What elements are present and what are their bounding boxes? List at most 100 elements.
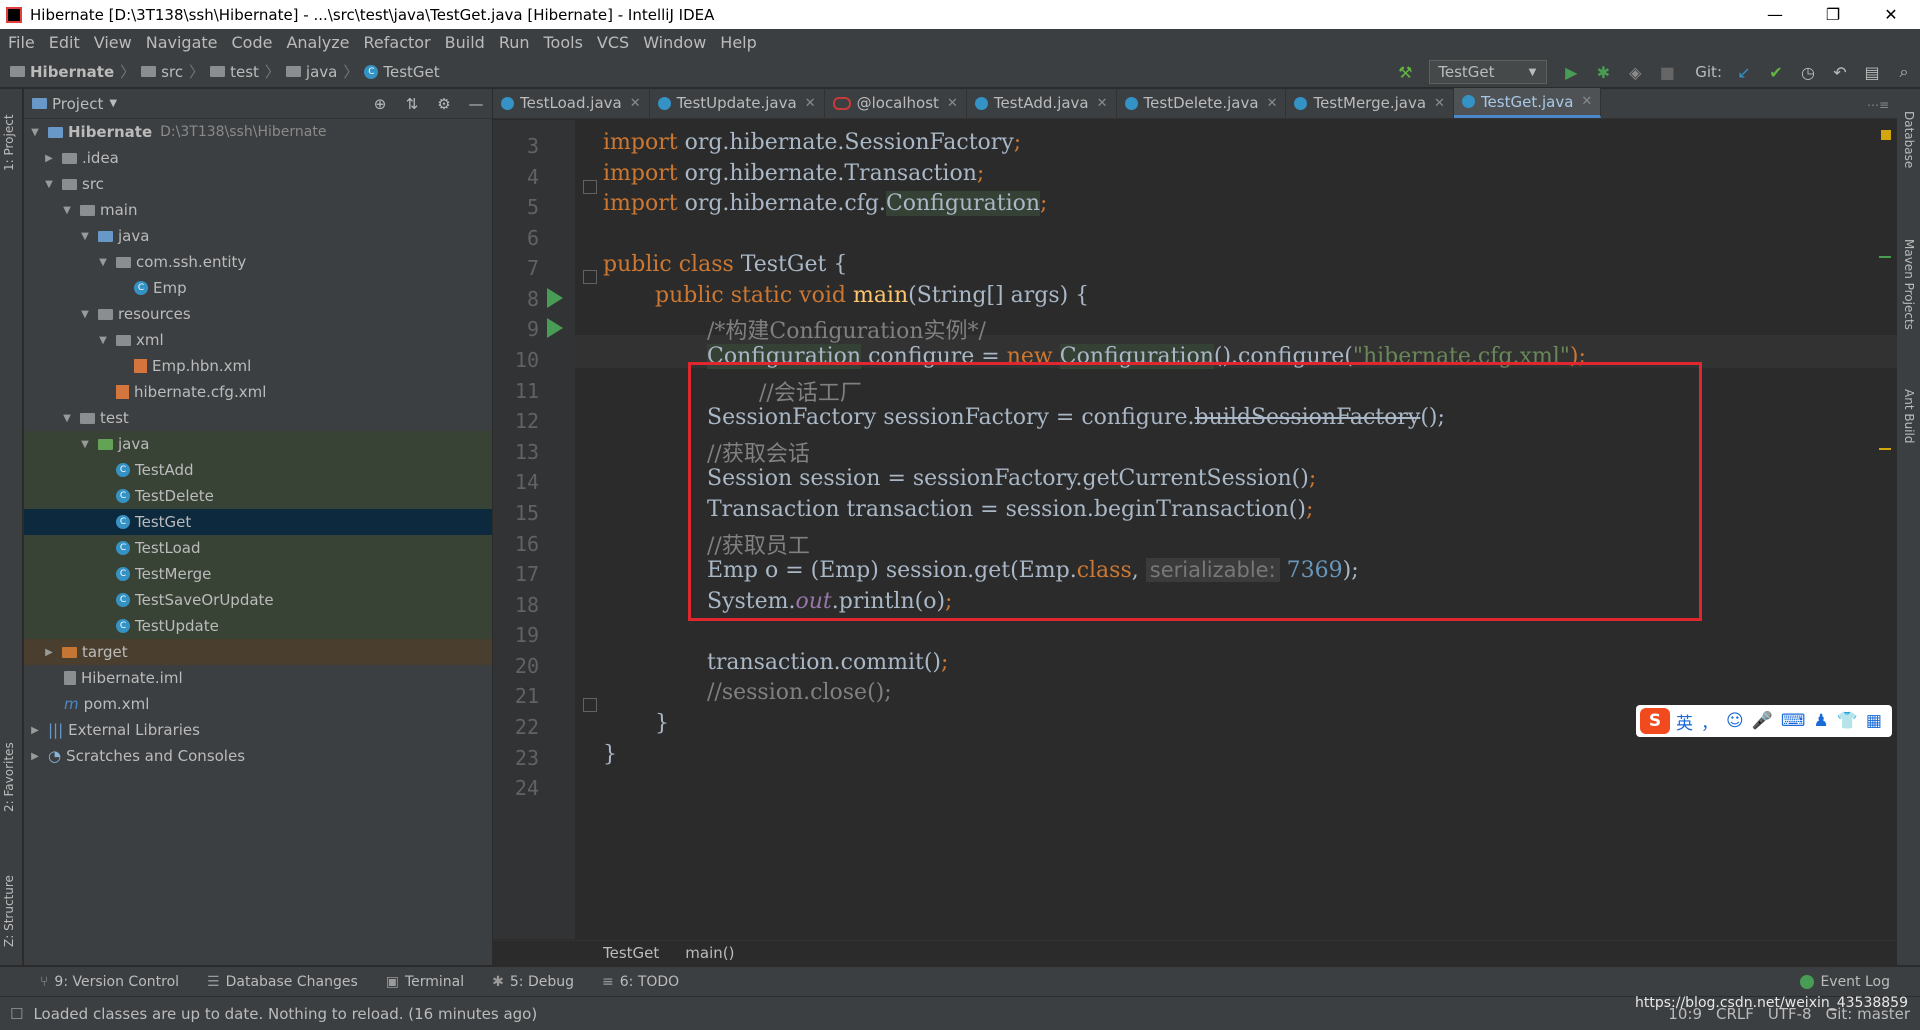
git-revert-icon[interactable]: ↶ [1824,63,1856,82]
project-tool-button[interactable]: 1: Project [2,114,16,171]
ant-build-tool-button[interactable]: Ant Build [1902,389,1916,443]
tab-testdelete[interactable]: TestDelete.java ✕ [1117,88,1287,118]
close-icon[interactable]: ✕ [630,96,641,111]
build-hammer-icon[interactable]: ⚒ [1389,63,1421,82]
menu-file[interactable]: File [0,33,42,52]
locate-icon[interactable]: ⊕ [364,95,396,113]
favorites-tool-button[interactable]: 2: Favorites [2,742,16,812]
tree-item-test-java[interactable]: ▼ java [24,431,492,457]
microphone-icon[interactable]: 🎤 [1752,711,1773,731]
tree-item-hibernate-iml[interactable]: Hibernate.iml [24,665,492,691]
tab-testload[interactable]: TestLoad.java ✕ [493,88,650,118]
minimize-button[interactable]: — [1746,0,1804,29]
git-update-icon[interactable]: ↙ [1728,63,1760,82]
tab-testupdate[interactable]: TestUpdate.java ✕ [650,88,825,118]
tree-item-idea[interactable]: ▶ .idea [24,145,492,171]
tree-item-main[interactable]: ▼ main [24,197,492,223]
tree-item-external-libraries[interactable]: ▶ ||| External Libraries [24,717,492,743]
menu-run[interactable]: Run [492,33,537,52]
debug-icon[interactable]: ✱ [1587,63,1619,82]
tab-testmerge[interactable]: TestMerge.java ✕ [1286,88,1454,118]
stop-icon[interactable]: ■ [1651,63,1683,82]
collapse-icon[interactable]: ⇅ [396,95,428,113]
tree-item-target[interactable]: ▶ target [24,639,492,665]
menu-refactor[interactable]: Refactor [357,33,438,52]
tree-item-src[interactable]: ▼ src [24,171,492,197]
ime-toolbar[interactable]: S 英 ， ☺ 🎤 ⌨ ♟ 👕 ▦ [1636,705,1892,737]
tree-item-package[interactable]: ▼ com.ssh.entity [24,249,492,275]
inspection-warning-icon[interactable] [1881,130,1891,140]
project-panel-title[interactable]: Project [52,95,103,113]
run-icon[interactable]: ▶ [1555,63,1587,82]
tree-item-emp-hbn-xml[interactable]: Emp.hbn.xml [24,353,492,379]
tree-item-pom-xml[interactable]: m pom.xml [24,691,492,717]
git-history-icon[interactable]: ◷ [1792,63,1824,82]
maximize-button[interactable]: ❐ [1804,0,1862,29]
menu-view[interactable]: View [87,33,139,52]
grid-icon[interactable]: ▦ [1866,711,1882,731]
breadcrumb-src[interactable]: src [141,63,183,81]
chevron-down-icon[interactable]: ▼ [109,98,117,109]
menu-vcs[interactable]: VCS [590,33,636,52]
user-icon[interactable]: ♟ [1813,711,1828,731]
debug-tool-button[interactable]: ✱ 5: Debug [492,974,574,990]
breadcrumb-java[interactable]: java [285,63,337,81]
tree-item-root[interactable]: ▼ Hibernate D:\3T138\ssh\Hibernate [24,119,492,145]
tree-item-testdelete[interactable]: C TestDelete [24,483,492,509]
tree-item-testmerge[interactable]: C TestMerge [24,561,492,587]
menu-help[interactable]: Help [713,33,763,52]
tab-list-icon[interactable]: ⋯≡ [1867,98,1897,118]
tree-item-test[interactable]: ▼ test [24,405,492,431]
tree-item-testsaveorupdate[interactable]: C TestSaveOrUpdate [24,587,492,613]
tree-item-testget[interactable]: C TestGet [24,509,492,535]
run-config-selector[interactable]: TestGet ▼ [1429,60,1548,84]
close-icon[interactable]: ✕ [1097,96,1108,111]
menu-code[interactable]: Code [225,33,280,52]
tree-item-xml[interactable]: ▼ xml [24,327,492,353]
tree-item-hibernate-cfg-xml[interactable]: hibernate.cfg.xml [24,379,492,405]
tree-item-testupdate[interactable]: C TestUpdate [24,613,492,639]
editor-breadcrumb-class[interactable]: TestGet [603,944,659,962]
run-gutter-icon[interactable] [547,288,563,308]
fold-icon[interactable] [583,180,597,194]
database-tool-button[interactable]: Database [1902,111,1916,168]
database-changes-tool-button[interactable]: ☰ Database Changes [207,974,358,990]
project-structure-icon[interactable]: ▤ [1856,63,1888,82]
ime-punctuation[interactable]: ， [1701,709,1718,734]
maven-projects-tool-button[interactable]: Maven Projects [1902,239,1916,330]
menu-window[interactable]: Window [636,33,713,52]
close-icon[interactable]: ✕ [1581,94,1592,109]
close-button[interactable]: ✕ [1862,0,1920,29]
hide-icon[interactable]: — [460,95,492,113]
run-gutter-icon[interactable] [547,318,563,338]
structure-tool-button[interactable]: Z: Structure [2,875,16,947]
menu-tools[interactable]: Tools [537,33,590,52]
tree-item-resources[interactable]: ▼ resources [24,301,492,327]
menu-analyze[interactable]: Analyze [279,33,356,52]
keyboard-icon[interactable]: ⌨ [1781,711,1806,731]
ime-language[interactable]: 英 [1676,709,1693,734]
emoji-icon[interactable]: ☺ [1726,711,1744,731]
tree-item-emp[interactable]: C Emp [24,275,492,301]
tab-testadd[interactable]: TestAdd.java ✕ [967,88,1117,118]
tree-item-testadd[interactable]: C TestAdd [24,457,492,483]
tree-item-scratches[interactable]: ▶ ◔ Scratches and Consoles [24,743,492,769]
menu-build[interactable]: Build [438,33,492,52]
menu-edit[interactable]: Edit [42,33,87,52]
skin-icon[interactable]: 👕 [1837,711,1858,731]
status-square-icon[interactable]: ☐ [10,1005,23,1023]
close-icon[interactable]: ✕ [1267,96,1278,111]
tree-item-testload[interactable]: C TestLoad [24,535,492,561]
editor-breadcrumb-method[interactable]: main() [685,944,734,962]
todo-tool-button[interactable]: ≡ 6: TODO [602,974,679,990]
close-icon[interactable]: ✕ [1434,96,1445,111]
close-icon[interactable]: ✕ [947,96,958,111]
close-icon[interactable]: ✕ [805,96,816,111]
tab-localhost[interactable]: @localhost ✕ [825,88,967,118]
event-log-button[interactable]: Event Log [1800,974,1890,990]
terminal-tool-button[interactable]: ▣ Terminal [386,974,464,990]
tab-testget[interactable]: TestGet.java ✕ [1453,88,1602,118]
gear-icon[interactable]: ⚙ [428,95,460,113]
menu-navigate[interactable]: Navigate [139,33,225,52]
breadcrumb-test[interactable]: test [210,63,259,81]
